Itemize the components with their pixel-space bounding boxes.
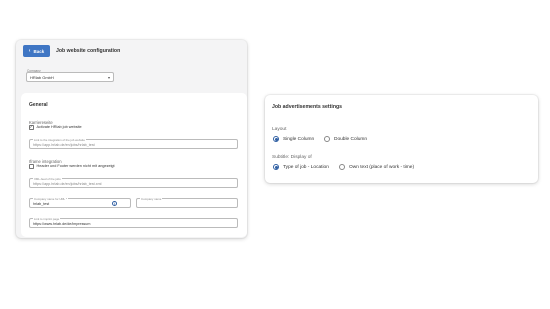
imprint-link-value: https://www.hrlab.de/de/impressum [33, 221, 91, 226]
job-website-link-label: Link to the integration of the job websi… [33, 137, 86, 142]
xml-feed-field[interactable]: XML-feed of the jobs https://app.hrlab.d… [29, 176, 238, 188]
chevron-down-icon: ▾ [107, 75, 110, 80]
activate-job-website-checkbox[interactable]: ✓ [29, 125, 34, 130]
layout-single-column-label: Single Column [283, 136, 315, 142]
general-panel: General Karriereseite ✓ Activate HRlab j… [21, 93, 247, 237]
subtitle-label: Subtitle: Display of [272, 155, 312, 160]
xml-feed-label: XML-feed of the jobs [33, 176, 62, 181]
info-icon[interactable]: i [112, 201, 117, 207]
company-select[interactable]: HRlab GmbH ▾ [26, 72, 114, 82]
imprint-link-field[interactable]: Link to imprint page https://www.hrlab.d… [29, 216, 238, 228]
back-arrow-icon: ‹ [28, 47, 31, 54]
back-button[interactable]: ‹ Back [23, 45, 50, 57]
back-button-label: Back [33, 48, 45, 54]
job-website-link-field[interactable]: Link to the integration of the job websi… [29, 137, 238, 149]
company-url-label: Company name for URL * [33, 196, 68, 201]
job-website-link-value: https://app.hrlab.de/en/jobs/hrlab_test [33, 142, 95, 147]
iframe-header-footer-label: Header und Footer werden nicht mit angez… [36, 164, 115, 169]
layout-single-column-option[interactable]: Single Column [273, 136, 314, 142]
subtitle-job-location-label: Type of job - Location [283, 164, 329, 170]
activate-job-website-row[interactable]: ✓ Activate HRlab job website [29, 125, 82, 130]
subtitle-job-location-radio[interactable] [273, 164, 279, 170]
job-website-configuration-card: ‹ Back Job website configuration Company… [16, 40, 247, 238]
xml-feed-value: https://app.hrlab.de/en/jobs/hrlab_test.… [33, 181, 102, 186]
subtitle-job-location-option[interactable]: Type of job - Location [273, 164, 329, 170]
iframe-header-footer-checkbox[interactable] [29, 164, 34, 169]
subtitle-own-text-label: Own text (place of work - time) [349, 164, 415, 170]
company-name-field[interactable]: Company name [136, 196, 238, 208]
layout-double-column-radio[interactable] [324, 136, 330, 142]
imprint-link-label: Link to imprint page [33, 216, 61, 221]
page-title: Job website configuration [56, 48, 121, 54]
subtitle-own-text-option[interactable]: Own text (place of work - time) [339, 164, 414, 170]
advertisements-settings-title: Job advertisements settings [272, 104, 343, 110]
subtitle-own-text-radio[interactable] [339, 164, 345, 170]
layout-double-column-label: Double Column [334, 136, 368, 142]
iframe-header-footer-row[interactable]: Header und Footer werden nicht mit angez… [29, 164, 115, 169]
company-url-value: hrlab_test [33, 201, 50, 206]
layout-label: Layout [272, 127, 287, 132]
activate-job-website-label: Activate HRlab job website [36, 125, 82, 130]
layout-double-column-option[interactable]: Double Column [324, 136, 367, 142]
company-select-value: HRlab GmbH [30, 74, 54, 80]
job-advertisements-settings-card: Job advertisements settings Layout Singl… [265, 95, 538, 183]
general-title: General [29, 102, 48, 108]
company-url-field[interactable]: Company name for URL * hrlab_test i [29, 196, 131, 208]
layout-single-column-radio[interactable] [273, 136, 279, 142]
company-name-label: Company name [140, 196, 163, 201]
